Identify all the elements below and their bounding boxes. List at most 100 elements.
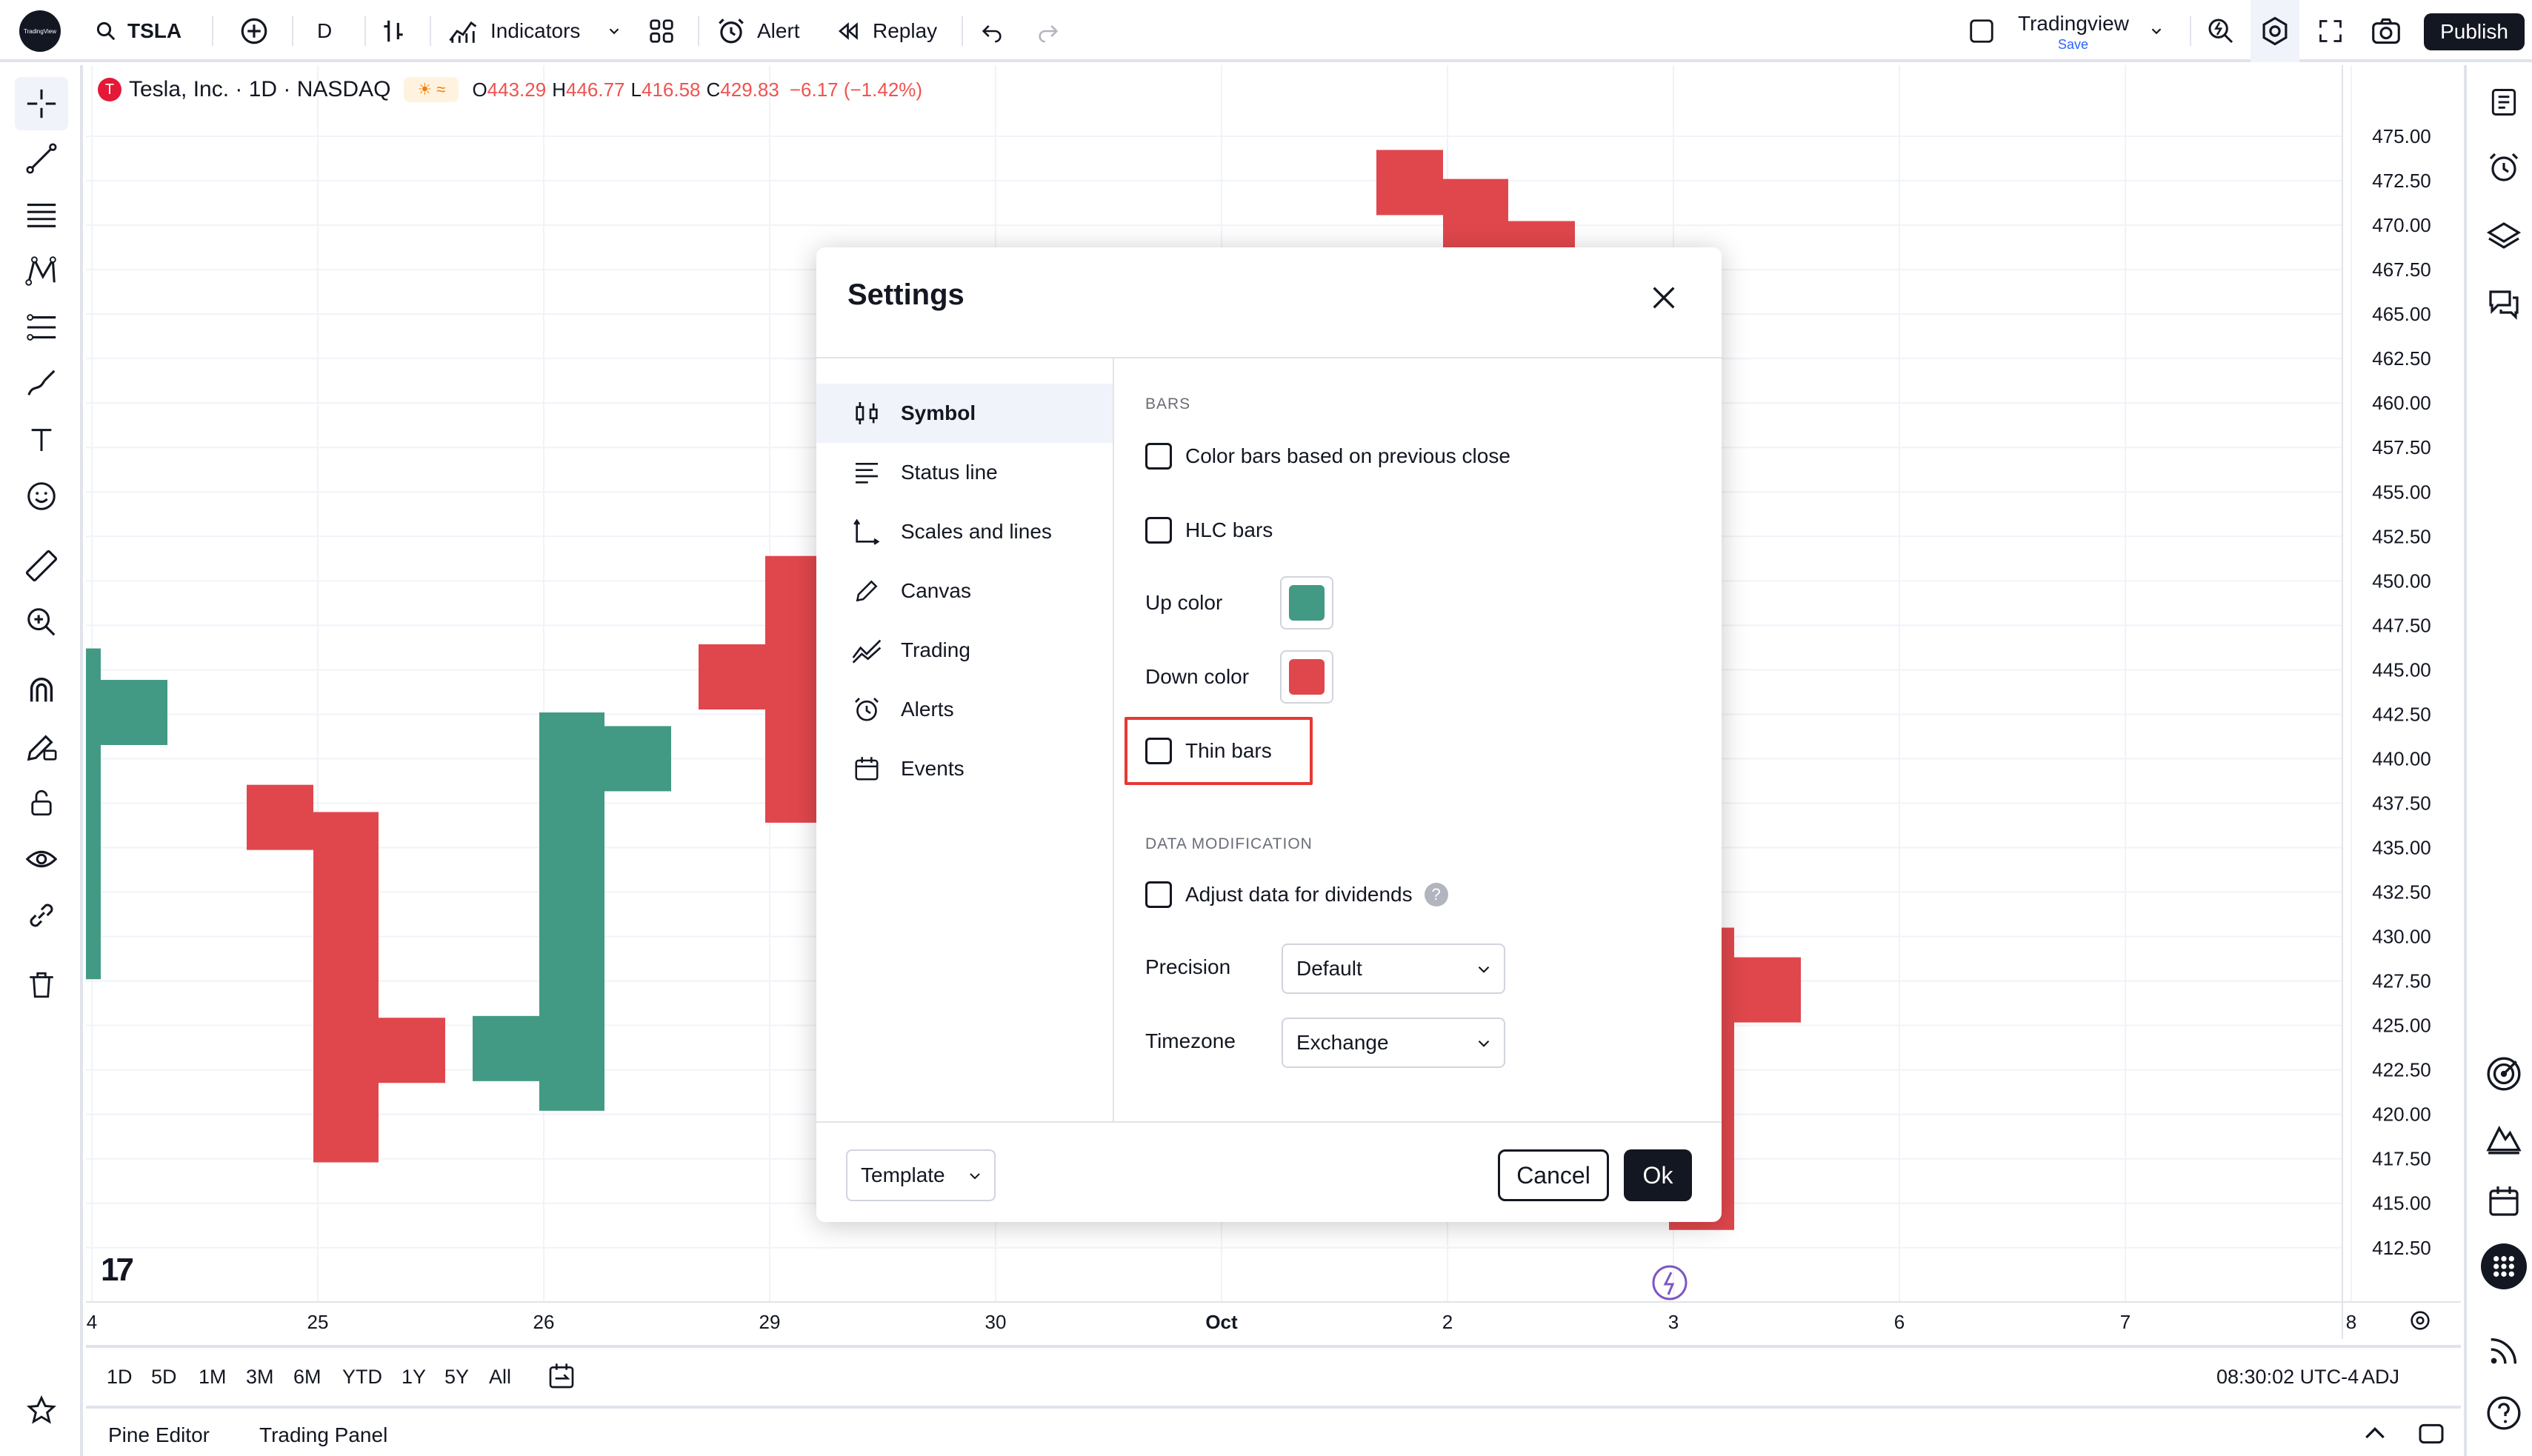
bar-style-button[interactable] [379,0,407,62]
timezone-select[interactable]: Exchange [1282,1018,1505,1068]
maximize-panel-button[interactable] [2416,1419,2446,1454]
range-3m[interactable]: 3M [246,1366,274,1389]
tab-alerts[interactable]: Alerts [816,680,1113,739]
hide-drawings-tool[interactable] [15,832,68,886]
collapse-panel-button[interactable] [2360,1419,2390,1454]
tab-status-line[interactable]: Status line [816,443,1113,502]
indicators-label: Indicators [490,19,581,42]
link-tool[interactable] [15,889,68,942]
text-tool[interactable] [15,413,68,467]
fib-tool[interactable] [15,188,68,241]
tab-trading-panel[interactable]: Trading Panel [259,1423,387,1447]
redo-button[interactable] [1036,0,1061,62]
crosshair-tool[interactable] [15,77,68,130]
layout-select-checkbox[interactable] [1968,0,1996,62]
snapshot-button[interactable] [2371,0,2402,62]
range-1d[interactable]: 1D [107,1366,133,1389]
watchlist-star-tool[interactable] [15,1383,68,1437]
chats-button[interactable] [2480,280,2528,327]
tradingview-logo[interactable]: TradingView [19,10,61,52]
stream-button[interactable] [2480,1327,2528,1375]
close-button[interactable] [1646,280,1682,315]
remove-drawings-tool[interactable] [15,958,68,1012]
tab-trading[interactable]: Trading [816,621,1113,680]
symbol-search-button[interactable]: TSLA [95,0,181,62]
goto-date-button[interactable] [547,1361,576,1396]
tab-canvas[interactable]: Canvas [816,561,1113,621]
adjust-dividends-option[interactable]: Adjust data for dividends ? [1145,880,1448,909]
ideas-button[interactable] [2480,1114,2528,1161]
replay-button[interactable]: Replay [836,0,937,62]
undo-button[interactable] [979,0,1005,62]
hlc-bars-checkbox[interactable] [1145,517,1172,544]
templates-button[interactable] [647,0,676,62]
divider [364,16,366,46]
close-value: 429.83 [720,78,779,101]
link-icon [30,904,53,927]
down-color-picker[interactable] [1280,650,1333,704]
help-button[interactable] [2480,1389,2528,1437]
settings-button[interactable] [2251,0,2299,62]
market-status-badge[interactable]: ☀ ≈ [404,77,459,102]
interval-button[interactable]: D [317,0,332,62]
tab-events[interactable]: Events [816,739,1113,798]
projection-tool[interactable] [15,301,68,354]
cancel-button[interactable]: Cancel [1498,1149,1609,1201]
compare-add-button[interactable] [239,0,270,62]
time-tick-label: 7 [2120,1311,2130,1333]
watchlist-button[interactable] [2480,79,2528,126]
stay-drawing-tool[interactable] [15,720,68,773]
ok-button[interactable]: Ok [1624,1149,1692,1201]
help-icon[interactable]: ? [1424,883,1448,906]
publish-button[interactable]: Publish [2424,13,2525,50]
range-ytd[interactable]: YTD [342,1366,382,1389]
precision-select[interactable]: Default [1282,944,1505,994]
legend-title[interactable]: Tesla, Inc. · 1D · NASDAQ [129,77,390,102]
brush-tool[interactable] [15,357,68,410]
range-5d[interactable]: 5D [151,1366,177,1389]
lock-drawings-tool[interactable] [15,776,68,829]
axis-settings-button[interactable] [2408,1308,2433,1337]
magnet-tool[interactable] [15,664,68,717]
trend-line-tool[interactable] [15,132,68,185]
alerts-button[interactable] [2480,144,2528,191]
ai-assistant-icon[interactable] [1652,1265,1688,1300]
tab-pine-editor[interactable]: Pine Editor [108,1423,210,1447]
adjust-dividends-label: Adjust data for dividends [1185,883,1413,906]
pattern-tool[interactable] [15,244,68,298]
alert-button[interactable]: Alert [716,0,800,62]
fullscreen-button[interactable] [2317,0,2344,62]
indicators-dropdown[interactable] [606,0,622,62]
low-label: L [630,78,642,101]
range-5y[interactable]: 5Y [444,1366,469,1389]
range-6m[interactable]: 6M [293,1366,322,1389]
object-tree-button[interactable] [2480,212,2528,259]
range-1m[interactable]: 1M [199,1366,227,1389]
tab-symbol[interactable]: Symbol [816,384,1113,443]
up-color-picker[interactable] [1280,576,1333,630]
calendar-button[interactable] [2480,1178,2528,1225]
range-1y[interactable]: 1Y [402,1366,426,1389]
emoji-tool[interactable] [15,470,68,523]
target-button[interactable] [2480,1050,2528,1098]
hlc-bars-option[interactable]: HLC bars [1145,515,1273,545]
range-all[interactable]: All [489,1366,511,1389]
zoom-tool[interactable] [15,595,68,649]
layout-dropdown[interactable] [2148,0,2165,62]
layout-name[interactable]: Tradingview [2018,12,2129,36]
thin-bars-option[interactable]: Thin bars [1145,736,1272,766]
indicators-button[interactable]: Indicators [447,0,580,62]
ruler-tool[interactable] [15,539,68,592]
timezone-clock[interactable]: 08:30:02 UTC-4 [2216,1366,2359,1389]
thin-bars-checkbox[interactable] [1145,738,1172,764]
apps-button[interactable] [2480,1243,2528,1290]
color-bars-checkbox[interactable] [1145,443,1172,470]
color-bars-option[interactable]: Color bars based on previous close [1145,441,1510,471]
quick-search-button[interactable] [2206,0,2236,62]
tradingview-watermark[interactable]: 17 [101,1252,134,1289]
template-button[interactable]: Template [846,1149,996,1201]
adjust-dividends-checkbox[interactable] [1145,881,1172,908]
tab-scales-and-lines[interactable]: Scales and lines [816,502,1113,561]
apps-grid-icon [2481,1243,2527,1289]
adjustment-toggle[interactable]: ADJ [2362,1366,2399,1389]
